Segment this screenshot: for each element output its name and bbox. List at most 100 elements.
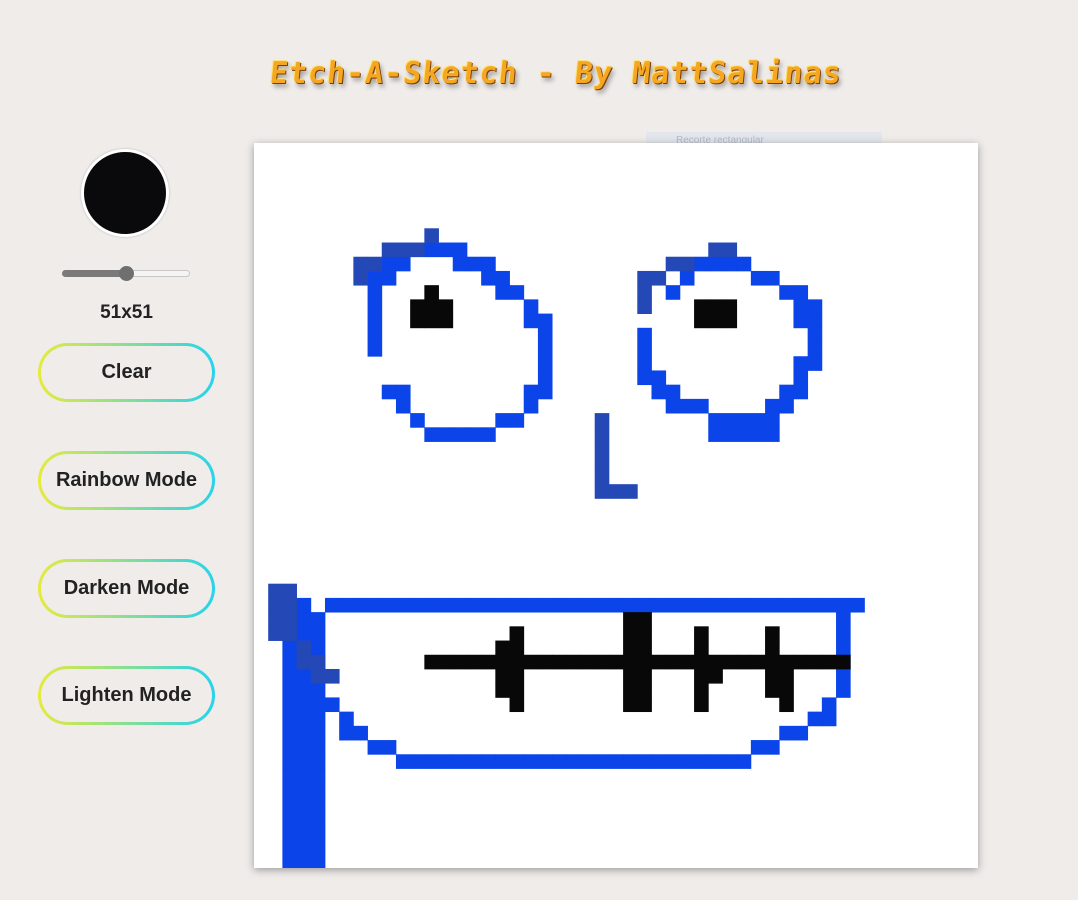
sketch-cell-blue[interactable] — [324, 697, 340, 713]
sketch-cell-blue[interactable] — [679, 597, 695, 613]
sketch-cell-blue[interactable] — [509, 597, 525, 613]
sketch-cell-blue[interactable] — [367, 313, 383, 329]
sketch-cell-darkblue[interactable] — [282, 597, 297, 613]
sketch-cell-blue[interactable] — [765, 398, 780, 414]
sketch-cell-blue[interactable] — [310, 711, 326, 727]
sketch-cell-blue[interactable] — [736, 427, 752, 442]
clear-button[interactable]: Clear — [38, 343, 215, 402]
sketch-cell-blue[interactable] — [537, 370, 553, 386]
sketch-cell-blue[interactable] — [282, 768, 297, 784]
sketch-cell-blue[interactable] — [353, 725, 368, 741]
sketch-cell-blue[interactable] — [836, 683, 851, 698]
sketch-cell-blue[interactable] — [310, 725, 326, 741]
sketch-cell-black[interactable] — [779, 654, 794, 670]
sketch-cell-blue[interactable] — [694, 754, 709, 769]
sketch-cell-blue[interactable] — [282, 825, 297, 840]
sketch-cell-black[interactable] — [779, 668, 794, 684]
sketch-cell-darkblue[interactable] — [665, 256, 681, 272]
sketch-cell-blue[interactable] — [296, 612, 312, 627]
sketch-cell-black[interactable] — [424, 654, 439, 670]
sketch-cell-blue[interactable] — [296, 768, 312, 784]
sketch-cell-blue[interactable] — [424, 242, 439, 258]
sketch-cell-black[interactable] — [722, 654, 738, 670]
sketch-cell-blue[interactable] — [665, 754, 681, 769]
sketch-cell-blue[interactable] — [807, 327, 823, 343]
sketch-cell-darkblue[interactable] — [353, 270, 368, 286]
sketch-cell-blue[interactable] — [750, 413, 766, 428]
sketch-cell-blue[interactable] — [779, 398, 794, 414]
sketch-cell-blue[interactable] — [836, 626, 851, 641]
sketch-cell-blue[interactable] — [509, 285, 525, 300]
sketch-cell-blue[interactable] — [793, 597, 809, 613]
sketch-cell-darkblue[interactable] — [282, 626, 297, 641]
sketch-cell-blue[interactable] — [722, 427, 738, 442]
sketch-cell-blue[interactable] — [367, 327, 383, 343]
sketch-cell-blue[interactable] — [395, 384, 411, 400]
sketch-cell-blue[interactable] — [381, 597, 397, 613]
sketch-cell-black[interactable] — [537, 654, 553, 670]
sketch-cell-black[interactable] — [708, 299, 723, 314]
sketch-cell-black[interactable] — [509, 697, 525, 713]
sketch-cell-black[interactable] — [765, 654, 780, 670]
sketch-cell-black[interactable] — [481, 654, 496, 670]
sketch-cell-blue[interactable] — [282, 740, 297, 755]
sketch-cell-blue[interactable] — [410, 754, 425, 769]
sketch-cell-black[interactable] — [623, 640, 638, 656]
sketch-cell-blue[interactable] — [296, 626, 312, 641]
sketch-cell-blue[interactable] — [296, 811, 312, 826]
sketch-cell-blue[interactable] — [367, 270, 383, 286]
sketch-cell-blue[interactable] — [310, 640, 326, 656]
sketch-cell-blue[interactable] — [836, 612, 851, 627]
sketch-cell-blue[interactable] — [310, 754, 326, 769]
sketch-cell-blue[interactable] — [836, 668, 851, 684]
sketch-cell-blue[interactable] — [779, 597, 794, 613]
sketch-cell-blue[interactable] — [708, 256, 723, 272]
sketch-cell-darkblue[interactable] — [268, 597, 283, 613]
sketch-cell-black[interactable] — [765, 640, 780, 656]
sketch-cell-blue[interactable] — [637, 597, 652, 613]
sketch-board[interactable] — [254, 143, 978, 868]
sketch-cell-blue[interactable] — [651, 370, 667, 386]
sketch-cell-blue[interactable] — [310, 825, 326, 840]
sketch-cell-black[interactable] — [665, 654, 681, 670]
sketch-cell-black[interactable] — [694, 697, 709, 713]
sketch-cell-blue[interactable] — [594, 754, 610, 769]
sketch-cell-blue[interactable] — [282, 640, 297, 656]
sketch-cell-darkblue[interactable] — [424, 228, 439, 243]
sketch-cell-black[interactable] — [679, 654, 695, 670]
sketch-cell-blue[interactable] — [310, 839, 326, 855]
sketch-cell-black[interactable] — [708, 313, 723, 329]
sketch-cell-black[interactable] — [438, 313, 454, 329]
sketch-cell-blue[interactable] — [523, 299, 539, 314]
sketch-cell-blue[interactable] — [296, 711, 312, 727]
sketch-cell-blue[interactable] — [282, 668, 297, 684]
sketch-cell-blue[interactable] — [537, 356, 553, 371]
sketch-cell-darkblue[interactable] — [594, 441, 610, 457]
sketch-cell-blue[interactable] — [736, 413, 752, 428]
sketch-cell-blue[interactable] — [750, 740, 766, 755]
sketch-cell-darkblue[interactable] — [623, 484, 638, 499]
sketch-cell-black[interactable] — [722, 313, 738, 329]
sketch-cell-black[interactable] — [694, 654, 709, 670]
sketch-cell-blue[interactable] — [523, 384, 539, 400]
sketch-cell-blue[interactable] — [395, 398, 411, 414]
sketch-cell-blue[interactable] — [495, 270, 510, 286]
sketch-cell-blue[interactable] — [367, 342, 383, 357]
sketch-cell-blue[interactable] — [580, 754, 596, 769]
sketch-cell-darkblue[interactable] — [608, 484, 624, 499]
sketch-cell-black[interactable] — [708, 654, 723, 670]
sketch-cell-blue[interactable] — [438, 597, 454, 613]
sketch-cell-blue[interactable] — [722, 597, 738, 613]
sketch-cell-blue[interactable] — [481, 270, 496, 286]
sketch-cell-darkblue[interactable] — [637, 299, 652, 314]
sketch-cell-darkblue[interactable] — [637, 285, 652, 300]
sketch-cell-darkblue[interactable] — [353, 256, 368, 272]
sketch-cell-darkblue[interactable] — [296, 654, 312, 670]
sketch-cell-blue[interactable] — [296, 796, 312, 812]
sketch-cell-blue[interactable] — [523, 754, 539, 769]
sketch-cell-blue[interactable] — [438, 427, 454, 442]
sketch-cell-blue[interactable] — [566, 754, 581, 769]
sketch-cell-black[interactable] — [509, 654, 525, 670]
sketch-cell-blue[interactable] — [296, 754, 312, 769]
sketch-cell-blue[interactable] — [310, 740, 326, 755]
